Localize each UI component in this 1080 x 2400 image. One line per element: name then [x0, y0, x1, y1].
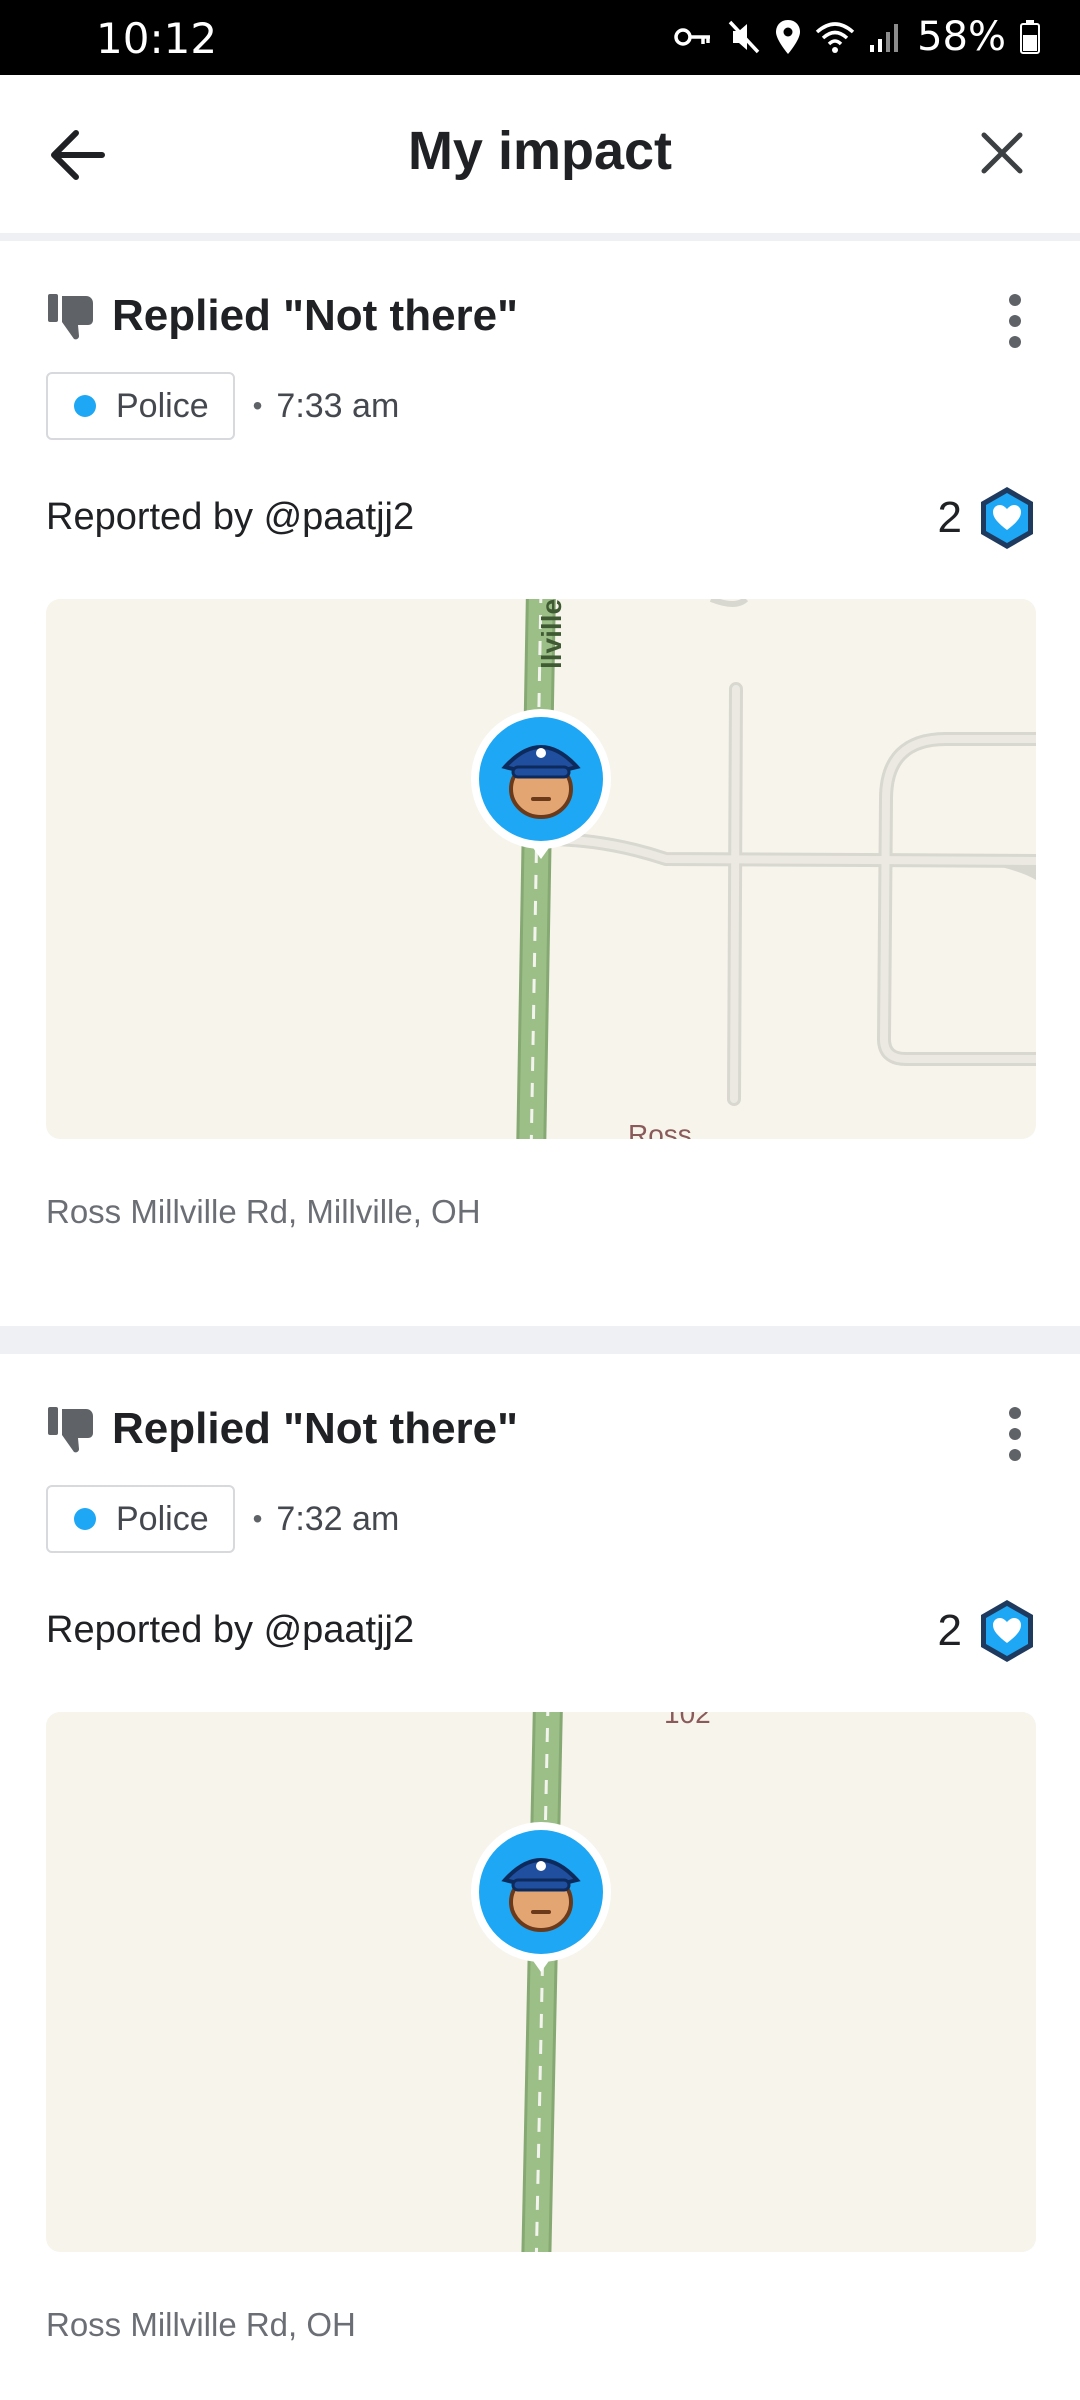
more-options-button[interactable]: [990, 1399, 1040, 1469]
thanks-count: 2: [937, 493, 962, 542]
vpn-key-icon: [674, 28, 711, 46]
page-title: My impact: [407, 121, 673, 181]
wifi-icon: [815, 22, 855, 53]
activity-title: Replied "Not there": [112, 291, 518, 340]
address-label: Ross Millville Rd, Millville, OH: [46, 1193, 481, 1230]
thumbs-down-icon: [48, 1407, 93, 1453]
thumbs-down-icon: [48, 294, 93, 340]
report-time: 7:33 am: [276, 386, 400, 425]
battery-percent: 58%: [917, 14, 1006, 60]
location-icon: [776, 20, 801, 54]
thanks-count: 2: [937, 1606, 962, 1655]
signal-icon: [870, 24, 899, 52]
alert-type-tag: Police: [46, 372, 235, 440]
separator-dot: •: [252, 1503, 263, 1534]
separator-dot: •: [252, 390, 263, 421]
tag-dot-icon: [74, 1508, 96, 1530]
police-pin[interactable]: [469, 707, 613, 869]
police-officer-icon: [471, 1822, 611, 1972]
tag-row: Police • 7:32 am: [46, 1485, 399, 1553]
close-icon: [981, 132, 1023, 174]
status-icons: 58%: [673, 12, 1040, 62]
tag-dot-icon: [74, 395, 96, 417]
map-road-label: llville R: [536, 599, 567, 669]
reporter-label: Reported by @paatjj2: [46, 1609, 415, 1651]
police-pin[interactable]: [469, 1820, 613, 1982]
tag-label: Police: [116, 386, 209, 425]
heart-shield-icon: [981, 1600, 1033, 1662]
mute-icon: [728, 20, 760, 54]
activity-row: Replied "Not there": [46, 1394, 518, 1464]
more-vertical-icon: [1009, 1407, 1021, 1461]
map-preview[interactable]: llville R Ross: [46, 599, 1036, 1139]
status-time: 10:12: [96, 14, 218, 63]
thanks-counter: 2: [938, 485, 1036, 551]
tag-label: Police: [116, 1499, 209, 1538]
activity-title: Replied "Not there": [112, 1404, 518, 1453]
impact-card: Replied "Not there" Police • 7:33 am Rep…: [0, 241, 1080, 1326]
battery-icon: [1020, 20, 1040, 54]
map-road-label: 102: [664, 1712, 711, 1729]
impact-card: Replied "Not there" Police • 7:32 am Rep…: [0, 1354, 1080, 2400]
map-area-label: Ross: [628, 1119, 692, 1139]
tag-row: Police • 7:33 am: [46, 372, 399, 440]
alert-type-tag: Police: [46, 1485, 235, 1553]
more-options-button[interactable]: [990, 286, 1040, 356]
report-time: 7:32 am: [276, 1499, 400, 1538]
address-label: Ross Millville Rd, OH: [46, 2306, 356, 2343]
card-separator: [0, 1326, 1080, 1354]
heart-shield-icon: [981, 487, 1033, 549]
close-button[interactable]: [964, 120, 1040, 190]
activity-row: Replied "Not there": [46, 281, 518, 351]
app-header: My impact: [0, 75, 1080, 241]
police-officer-icon: [471, 709, 611, 859]
map-preview[interactable]: 102: [46, 1712, 1036, 2252]
status-bar: 10:12 58%: [0, 0, 1080, 75]
reporter-label: Reported by @paatjj2: [46, 496, 415, 538]
more-vertical-icon: [1009, 294, 1021, 348]
thanks-counter: 2: [938, 1598, 1036, 1664]
